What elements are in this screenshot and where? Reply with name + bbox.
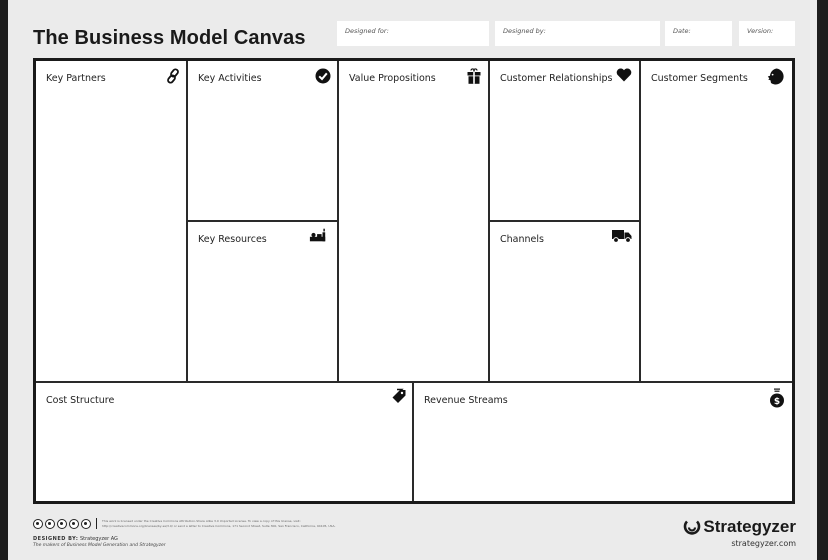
block-customer-segments[interactable]: Customer Segments xyxy=(641,61,792,381)
license-text-line-2[interactable]: http://creativecommons.org/licenses/by-s… xyxy=(102,524,352,529)
key-resources-label: Key Resources xyxy=(198,234,267,245)
key-partners-label: Key Partners xyxy=(46,73,106,84)
brand-url-link[interactable]: strategyzer.com xyxy=(731,539,796,548)
price-tag-icon xyxy=(392,388,406,403)
value-propositions-label: Value Propositions xyxy=(349,73,436,84)
block-key-partners[interactable]: Key Partners xyxy=(36,61,186,381)
makers-tagline: The makers of Business Model Generation … xyxy=(33,543,166,548)
checkmark-circle-icon xyxy=(315,68,331,84)
cost-structure-label: Cost Structure xyxy=(46,395,115,406)
revenue-streams-label: Revenue Streams xyxy=(424,395,508,406)
key-activities-label: Key Activities xyxy=(198,73,262,84)
gift-icon xyxy=(467,68,481,84)
designed-by-credit-label: DESIGNED BY: xyxy=(33,536,79,542)
brand-name: Strategyzer xyxy=(703,517,796,536)
block-key-activities[interactable]: Key Activities xyxy=(188,61,337,220)
strategyzer-logo-icon xyxy=(684,520,701,535)
block-customer-relationships[interactable]: Customer Relationships xyxy=(490,61,639,220)
cc-icon xyxy=(33,518,43,529)
share-alike-icon xyxy=(57,518,67,529)
designed-for-field[interactable]: Designed for: xyxy=(337,21,489,46)
money-bag-icon: $ xyxy=(770,388,784,408)
truck-icon xyxy=(612,230,632,243)
customer-segments-label: Customer Segments xyxy=(651,73,748,84)
designed-for-label: Designed for: xyxy=(345,27,389,35)
heart-icon xyxy=(616,68,632,82)
designed-by-label: Designed by: xyxy=(503,27,546,35)
designed-by-credit-value: Strategyzer AG xyxy=(79,536,118,542)
factory-icon xyxy=(309,228,326,242)
business-model-canvas: Key Partners Key Activities Key Resource… xyxy=(33,58,795,504)
block-channels[interactable]: Channels xyxy=(490,222,639,381)
separator xyxy=(96,518,97,529)
attribution-icon xyxy=(45,518,55,529)
version-field[interactable]: Version: xyxy=(739,21,795,46)
block-revenue-streams[interactable]: Revenue Streams $ xyxy=(414,383,792,501)
noncommercial-icon xyxy=(69,518,79,529)
date-field[interactable]: Date: xyxy=(665,21,732,46)
page-title: The Business Model Canvas xyxy=(33,27,306,49)
date-label: Date: xyxy=(673,27,691,35)
designed-by-field[interactable]: Designed by: xyxy=(495,21,660,46)
license-text: This work is licensed under the Creative… xyxy=(102,519,352,528)
version-label: Version: xyxy=(747,27,774,35)
designed-by-credit: DESIGNED BY: Strategyzer AG xyxy=(33,536,118,542)
block-value-propositions[interactable]: Value Propositions xyxy=(339,61,488,381)
channels-label: Channels xyxy=(500,234,544,245)
customer-relationships-label: Customer Relationships xyxy=(500,73,613,84)
block-key-resources[interactable]: Key Resources xyxy=(188,222,337,381)
strategyzer-logo: Strategyzer xyxy=(683,517,796,537)
link-icon xyxy=(167,68,179,84)
license-block: This work is licensed under the Creative… xyxy=(33,518,352,529)
svg-text:$: $ xyxy=(774,397,780,407)
block-cost-structure[interactable]: Cost Structure xyxy=(36,383,412,501)
head-icon xyxy=(767,68,784,85)
info-icon xyxy=(81,518,91,529)
page: The Business Model Canvas Designed for: … xyxy=(8,0,817,560)
